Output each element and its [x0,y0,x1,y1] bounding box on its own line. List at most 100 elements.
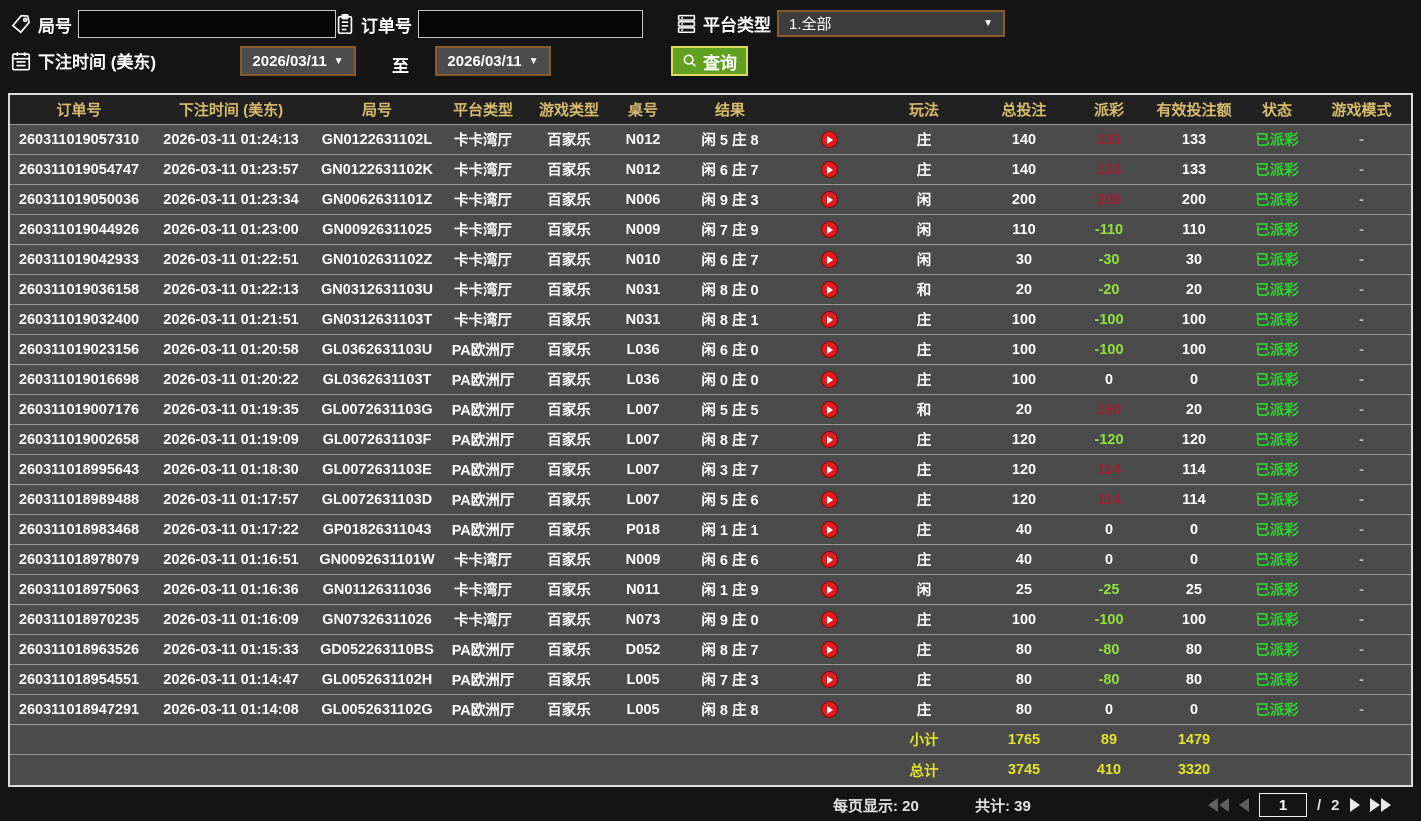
cell-game-type: 百家乐 [547,373,591,389]
cell-payout: 0 [1104,551,1114,568]
cell-game-no: GN0312631103U [320,281,434,298]
date-to-picker[interactable]: 2026/03/11 ▼ [435,46,551,76]
table-row: 260311018983468 2026-03-11 01:17:22 GP0182… [10,515,1411,545]
play-video-icon[interactable] [820,581,838,598]
cell-game-type: 百家乐 [547,463,591,479]
cell-game-type: 百家乐 [547,193,591,209]
query-button[interactable]: 查询 [671,46,748,76]
table-row: 260311019042933 2026-03-11 01:22:51 GN0102… [10,245,1411,275]
cell-order-no: 260311019007176 [18,401,140,418]
cell-status: 已派彩 [1255,283,1299,299]
total-row-valid-bet: 3320 [1177,762,1211,778]
cell-play-video [786,641,872,658]
table-header-row: 订单号 下注时间 (美东) 局号 平台类型 游戏类型 桌号 结果 玩法 总投注 派彩 有效投注额 状态… [10,95,1411,125]
play-video-icon[interactable] [820,641,838,658]
cell-game-no: GP01826311043 [322,521,432,538]
cell-payout: 133 [1096,131,1122,148]
play-video-icon[interactable] [820,191,838,208]
cell-status: 已派彩 [1255,223,1299,239]
last-page-button[interactable] [1369,798,1391,812]
cell-play-video [786,251,872,268]
play-video-icon[interactable] [820,551,838,568]
table-row: 260311018995643 2026-03-11 01:18:30 GL0072… [10,455,1411,485]
game-no-input[interactable] [78,10,336,38]
cell-bet-time: 2026-03-11 01:17:22 [163,521,299,538]
cell-play-video [786,521,872,538]
cell-table-no: N011 [626,581,660,598]
header-game-no: 局号 [361,102,392,119]
cell-game-mode: - [1359,401,1364,418]
cell-bet-time: 2026-03-11 01:21:51 [163,311,299,328]
play-video-icon[interactable] [820,701,838,718]
play-video-icon[interactable] [820,431,838,448]
cell-play-video [786,341,872,358]
cell-bet-time: 2026-03-11 01:22:13 [163,281,299,298]
chevron-down-icon: ▼ [333,55,344,67]
cell-game-type: 百家乐 [547,223,591,239]
cell-play-type: 庄 [916,523,932,539]
cell-order-no: 260311019042933 [18,251,140,268]
header-payout: 派彩 [1093,102,1124,119]
cell-bet-time: 2026-03-11 01:19:35 [163,401,299,418]
date-from-picker[interactable]: 2026/03/11 ▼ [240,46,356,76]
play-video-icon[interactable] [820,341,838,358]
play-video-icon[interactable] [820,521,838,538]
cell-status: 已派彩 [1255,493,1299,509]
cell-status: 已派彩 [1255,703,1299,719]
cell-platform: 卡卡湾厅 [454,283,512,299]
cell-status: 已派彩 [1255,133,1299,149]
cell-valid-bet: 0 [1189,371,1199,388]
play-video-icon[interactable] [820,461,838,478]
table-row: 260311019007176 2026-03-11 01:19:35 GL0072… [10,395,1411,425]
play-video-icon[interactable] [820,611,838,628]
cell-play-type: 闲 [916,583,932,599]
cell-play-video [786,311,872,328]
cell-game-mode: - [1359,251,1364,268]
cell-total-bet: 120 [1011,491,1037,508]
play-video-icon[interactable] [820,221,838,238]
play-video-icon[interactable] [820,311,838,328]
cell-status: 已派彩 [1255,253,1299,269]
cell-payout: -110 [1094,221,1124,238]
next-page-button[interactable] [1349,798,1360,812]
filter-bar: 局号 订单号 平台类型 1.全部 ▼ 下注时间 (美东) 2026/03/11 … [0,0,1421,93]
cell-order-no: 260311018989488 [18,491,140,508]
play-video-icon[interactable] [820,371,838,388]
platform-type-select[interactable]: 1.全部 ▼ [777,10,1005,37]
order-no-input[interactable] [418,10,643,38]
cell-status: 已派彩 [1255,613,1299,629]
cell-platform: 卡卡湾厅 [454,163,512,179]
play-video-icon[interactable] [820,671,838,688]
cell-bet-time: 2026-03-11 01:17:57 [163,491,299,508]
play-video-icon[interactable] [820,251,838,268]
cell-table-no: L007 [626,431,660,448]
prev-page-button[interactable] [1239,798,1249,812]
cell-game-mode: - [1359,551,1364,568]
cell-platform: PA欧洲厅 [451,403,515,419]
cell-payout: -100 [1094,341,1124,358]
play-video-icon[interactable] [820,401,838,418]
play-video-icon[interactable] [820,491,838,508]
cell-game-no: GN0122631102L [321,131,433,148]
cell-payout: 0 [1104,371,1114,388]
cell-order-no: 260311019016698 [18,371,140,388]
platform-type-value: 1.全部 [789,16,832,33]
table-row: 260311018947291 2026-03-11 01:14:08 GL0052… [10,695,1411,725]
order-no-label: 订单号 [361,16,412,36]
first-page-button[interactable] [1208,798,1229,812]
cell-payout: -80 [1098,641,1120,658]
play-video-icon[interactable] [820,131,838,148]
cell-total-bet: 100 [1011,311,1037,328]
cell-payout: -20 [1098,281,1120,298]
cell-play-video [786,581,872,598]
play-video-icon[interactable] [820,281,838,298]
cell-game-type: 百家乐 [547,133,591,149]
cell-game-mode: - [1359,341,1364,358]
cell-total-bet: 100 [1011,341,1037,358]
play-video-icon[interactable] [820,161,838,178]
cell-order-no: 260311018975063 [18,581,140,598]
date-from-value: 2026/03/11 [252,52,327,70]
cell-result: 闲 8 庄 8 [701,703,759,719]
cell-game-no: GD052263110BS [320,641,434,658]
page-number-input[interactable] [1259,793,1307,817]
